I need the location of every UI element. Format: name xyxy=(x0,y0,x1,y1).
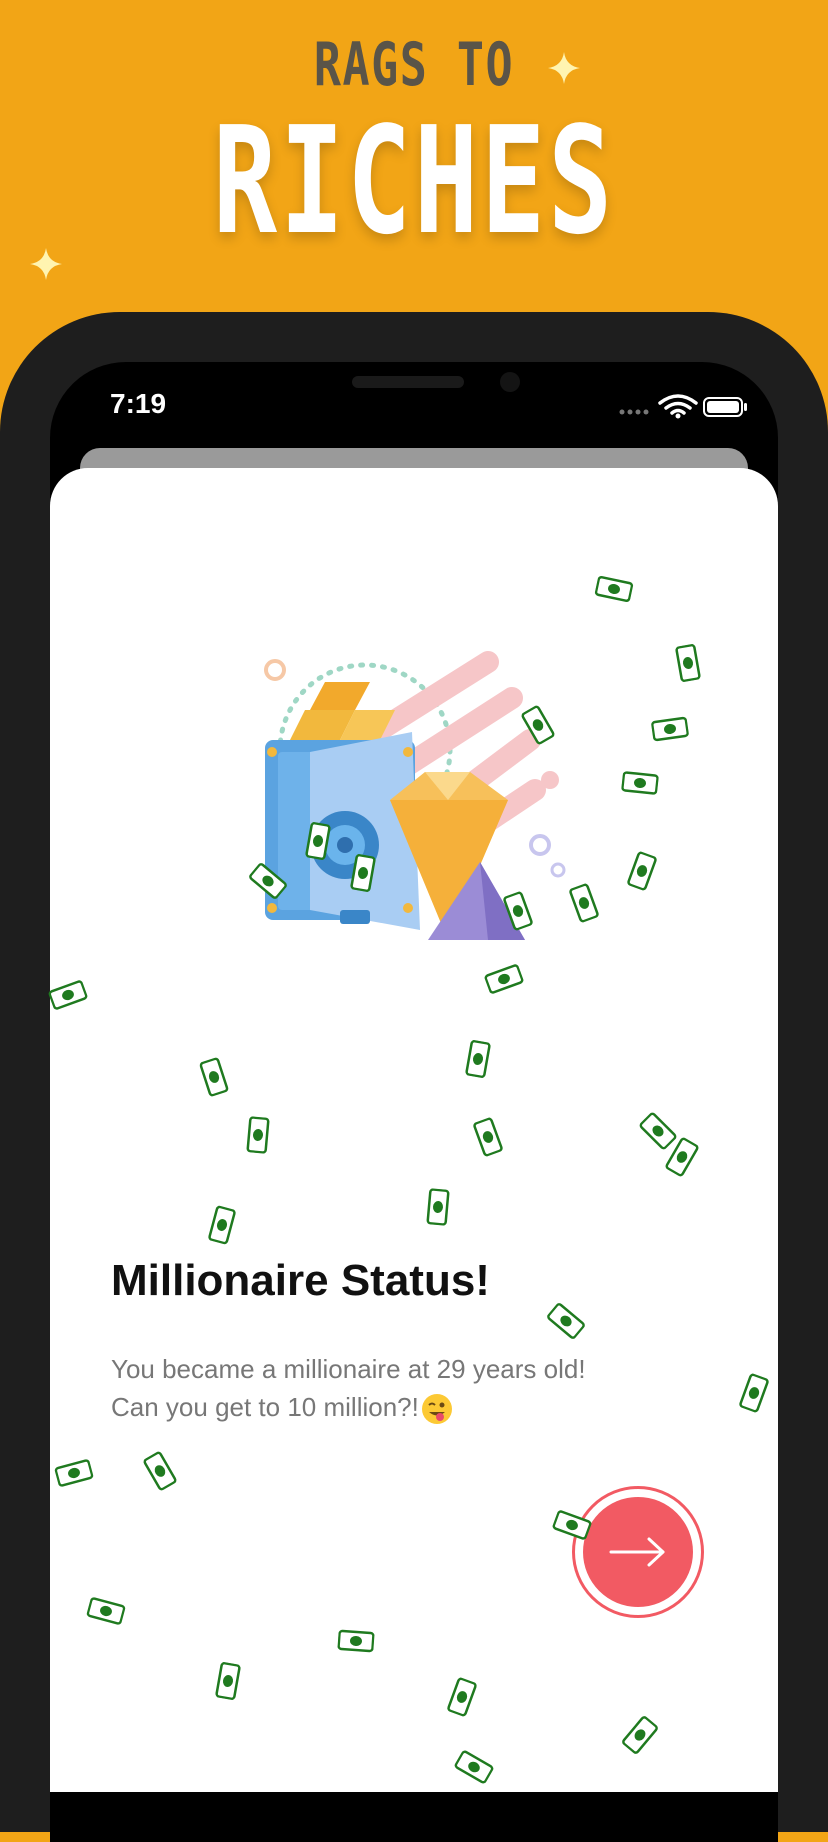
arrow-right-icon xyxy=(609,1537,665,1567)
achievement-body-line1: You became a millionaire at 29 years old… xyxy=(111,1354,586,1384)
sparkle-icon xyxy=(30,248,62,280)
winking-face-with-tongue-icon xyxy=(421,1394,452,1425)
next-button[interactable] xyxy=(572,1486,704,1618)
dollar-bill-icon xyxy=(621,771,659,795)
phone-notch xyxy=(206,362,624,420)
status-icons xyxy=(618,392,750,425)
signal-dots-icon xyxy=(619,409,649,415)
achievement-body-line2: Can you get to 10 million?! xyxy=(111,1392,419,1422)
achievement-title: Millionaire Status! xyxy=(111,1256,490,1305)
tagline-main: RICHES xyxy=(212,95,616,267)
achievement-body: You became a millionaire at 29 years old… xyxy=(111,1350,671,1426)
vault-diamond-illustration xyxy=(264,651,566,940)
promo-header: RAGS TO RICHES xyxy=(0,0,828,300)
camera-icon xyxy=(500,372,520,392)
status-time: 7:19 xyxy=(110,388,167,419)
dollar-bill-icon xyxy=(426,1188,450,1226)
achievement-body-line2-wrap: Can you get to 10 million?! xyxy=(111,1388,671,1426)
battery-icon xyxy=(703,397,747,417)
tagline-top: RAGS TO xyxy=(313,30,515,100)
dollar-bill-icon xyxy=(337,1629,375,1653)
wifi-icon xyxy=(658,394,698,415)
dollar-bill-icon xyxy=(246,1116,270,1154)
speaker-grille xyxy=(352,376,464,388)
sparkle-icon xyxy=(548,52,580,84)
